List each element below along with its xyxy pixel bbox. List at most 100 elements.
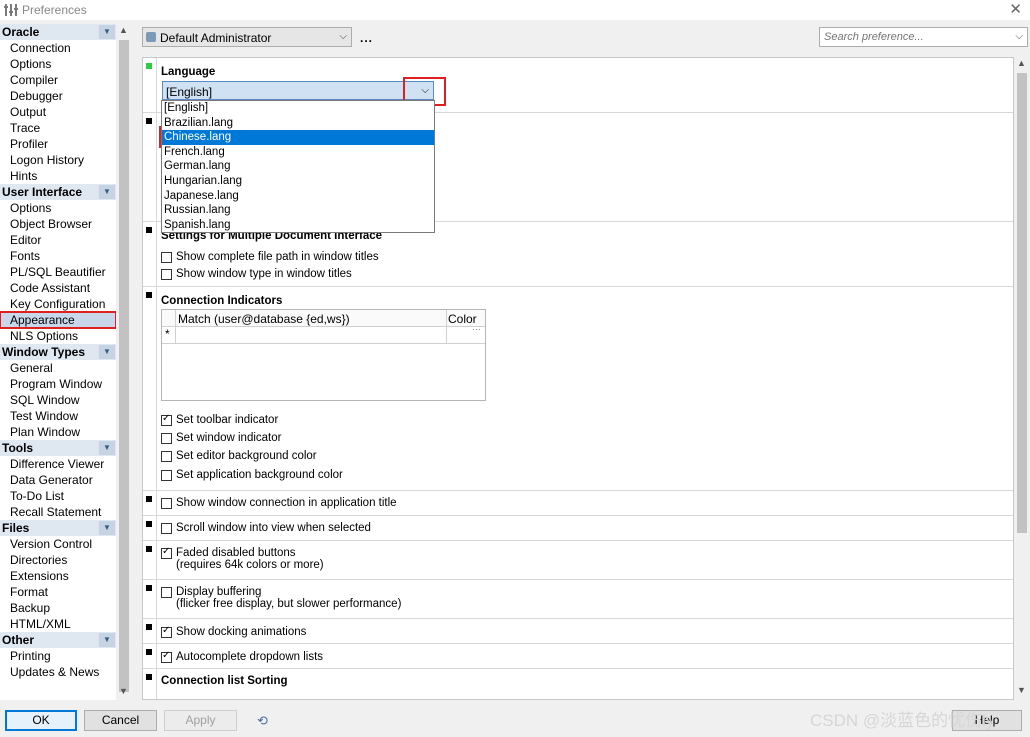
language-option[interactable]: [English] — [162, 101, 434, 116]
sidebar-item[interactable]: Test Window — [0, 408, 116, 424]
sidebar-item[interactable]: Object Browser — [0, 216, 116, 232]
checkbox[interactable] — [161, 470, 172, 481]
apply-button[interactable]: Apply — [164, 710, 237, 731]
sidebar-item[interactable]: Code Assistant — [0, 280, 116, 296]
sidebar-item[interactable]: SQL Window — [0, 392, 116, 408]
scroll-down-icon[interactable]: ▼ — [119, 686, 128, 696]
sidebar-item[interactable]: Extensions — [0, 568, 116, 584]
chevron-down-icon[interactable]: ⌵ — [1015, 31, 1023, 42]
sidebar-scroll-thumb[interactable] — [119, 40, 129, 692]
collapse-icon[interactable]: ▼ — [99, 185, 115, 199]
sidebar-item[interactable]: Options — [0, 200, 116, 216]
sidebar-item[interactable]: Recall Statement — [0, 504, 116, 520]
sidebar-item[interactable]: Editor — [0, 232, 116, 248]
sidebar-item[interactable]: Program Window — [0, 376, 116, 392]
sidebar-item[interactable]: Debugger — [0, 88, 116, 104]
sidebar-item[interactable]: HTML/XML — [0, 616, 116, 632]
sidebar-item[interactable]: Plan Window — [0, 424, 116, 440]
sidebar-item[interactable]: Trace — [0, 120, 116, 136]
sidebar-item[interactable]: Printing — [0, 648, 116, 664]
checkbox[interactable] — [161, 546, 172, 559]
sidebar-item[interactable]: Backup — [0, 600, 116, 616]
language-option[interactable]: Russian.lang — [162, 203, 434, 218]
sidebar-item[interactable]: Profiler — [0, 136, 116, 152]
language-option[interactable]: German.lang — [162, 159, 434, 174]
checkbox[interactable] — [161, 587, 172, 598]
sidebar-item[interactable]: To-Do List — [0, 488, 116, 504]
sidebar-group[interactable]: Tools ▼ — [0, 440, 116, 456]
docking-animations-checkbox[interactable]: Show docking animations — [161, 625, 306, 638]
sidebar-item[interactable]: Appearance — [0, 311, 116, 329]
show-window-type-checkbox[interactable]: Show window type in window titles — [161, 268, 352, 280]
settings-scrollbar[interactable]: ▲ ▼ — [1015, 57, 1029, 700]
display-buffering-checkbox[interactable]: Display buffering (flicker free display, … — [161, 586, 401, 610]
sidebar-scrollbar[interactable]: ▲ ▼ — [117, 24, 131, 700]
checkbox[interactable] — [161, 252, 172, 263]
sidebar-item[interactable]: Output — [0, 104, 116, 120]
settings-scroll-thumb[interactable] — [1017, 73, 1027, 533]
checkbox[interactable] — [161, 451, 172, 462]
grid-new-row[interactable]: * ··· — [162, 324, 485, 344]
autocomplete-checkbox[interactable]: Autocomplete dropdown lists — [161, 650, 323, 663]
collapse-icon[interactable]: ▼ — [99, 633, 115, 647]
show-file-path-checkbox[interactable]: Show complete file path in window titles — [161, 251, 379, 263]
language-option[interactable]: Japanese.lang — [162, 189, 434, 204]
checkbox[interactable] — [161, 269, 172, 280]
sidebar-item[interactable]: Compiler — [0, 72, 116, 88]
checkbox[interactable] — [161, 433, 172, 444]
scroll-into-view-checkbox[interactable]: Scroll window into view when selected — [161, 522, 371, 534]
scroll-down-icon[interactable]: ▼ — [1017, 685, 1026, 695]
collapse-icon[interactable]: ▼ — [99, 521, 115, 535]
sidebar-item[interactable]: Updates & News — [0, 664, 116, 680]
refresh-icon[interactable]: ⟲ — [257, 713, 268, 729]
sidebar-item[interactable]: NLS Options — [0, 328, 116, 344]
cancel-button[interactable]: Cancel — [84, 710, 157, 731]
checkbox[interactable] — [161, 498, 172, 509]
sidebar-group[interactable]: User Interface ▼ — [0, 184, 116, 200]
checkbox[interactable] — [161, 625, 172, 638]
faded-buttons-checkbox[interactable]: Faded disabled buttons(requires 64k colo… — [161, 546, 324, 571]
collapse-icon[interactable]: ▼ — [99, 345, 115, 359]
column-header-match[interactable]: Match (user@database {ed,ws}) — [178, 312, 350, 326]
language-option[interactable]: French.lang — [162, 145, 434, 160]
sidebar-item[interactable]: Difference Viewer — [0, 456, 116, 472]
sidebar-item[interactable]: Logon History — [0, 152, 116, 168]
sidebar-item[interactable]: General — [0, 360, 116, 376]
language-option[interactable]: Spanish.lang — [162, 218, 434, 233]
collapse-icon[interactable]: ▼ — [99, 441, 115, 455]
language-select[interactable]: [English] ⌵ — [162, 81, 434, 100]
connection-indicators-grid[interactable]: Match (user@database {ed,ws}) Color * ··… — [161, 309, 486, 401]
checkbox[interactable] — [161, 650, 172, 663]
sidebar-group[interactable]: Other ▼ — [0, 632, 116, 648]
scroll-up-icon[interactable]: ▲ — [1017, 58, 1026, 68]
sidebar-group[interactable]: Oracle ▼ — [0, 24, 116, 40]
set-toolbar-indicator-checkbox[interactable]: Set toolbar indicator — [161, 413, 278, 426]
set-window-indicator-checkbox[interactable]: Set window indicator — [161, 432, 281, 444]
sidebar-item[interactable]: Format — [0, 584, 116, 600]
sidebar-group[interactable]: Files ▼ — [0, 520, 116, 536]
profile-more-button[interactable]: ... — [360, 31, 373, 45]
sidebar-item[interactable]: Hints — [0, 168, 116, 184]
search-box[interactable]: ⌵ — [819, 27, 1028, 47]
language-option[interactable]: Hungarian.lang — [162, 174, 434, 189]
language-option[interactable]: Brazilian.lang — [162, 116, 434, 131]
language-option[interactable]: Chinese.lang — [162, 130, 434, 145]
sidebar-item[interactable]: Key Configuration — [0, 296, 116, 312]
sidebar-item[interactable]: Connection — [0, 40, 116, 56]
ok-button[interactable]: OK — [5, 710, 77, 731]
sidebar-item[interactable]: Data Generator — [0, 472, 116, 488]
checkbox[interactable] — [161, 523, 172, 534]
search-input[interactable] — [822, 30, 1006, 44]
sidebar-item[interactable]: Options — [0, 56, 116, 72]
sidebar-item[interactable]: Directories — [0, 552, 116, 568]
color-picker-button[interactable]: ··· — [472, 324, 481, 334]
sidebar-group[interactable]: Window Types ▼ — [0, 344, 116, 360]
collapse-icon[interactable]: ▼ — [99, 25, 115, 39]
checkbox[interactable] — [161, 413, 172, 426]
sidebar-item[interactable]: PL/SQL Beautifier — [0, 264, 116, 280]
language-dropdown-list[interactable]: [English] Brazilian.lang Chinese.lang Frenc… — [161, 100, 435, 233]
show-conn-title-checkbox[interactable]: Show window connection in application ti… — [161, 497, 397, 509]
scroll-up-icon[interactable]: ▲ — [119, 25, 128, 35]
close-icon[interactable]: ✕ — [1009, 0, 1022, 18]
set-editor-bg-checkbox[interactable]: Set editor background color — [161, 450, 317, 462]
